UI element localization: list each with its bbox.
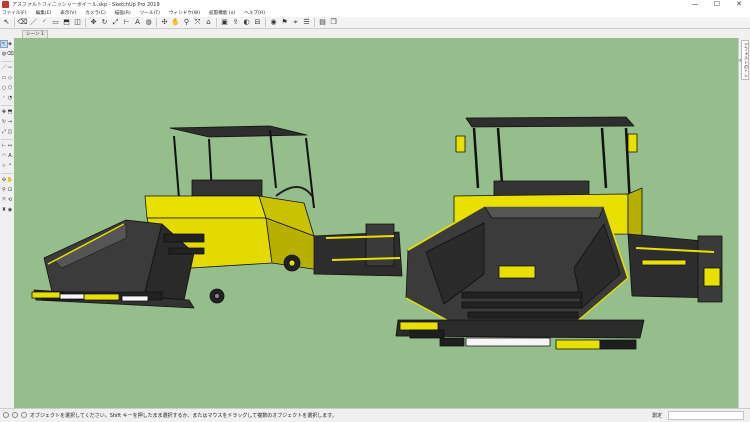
menu-tools[interactable]: ツール(T) xyxy=(140,10,160,16)
default-tray-tab[interactable]: デフォルトのトレイ xyxy=(737,40,749,80)
camera-position-icon[interactable]: ◉ xyxy=(269,18,278,27)
orbit-tool-icon[interactable]: ✣ xyxy=(160,18,169,27)
measurements-label: 測定 xyxy=(652,413,663,419)
shape-tool-icon[interactable]: ▭ xyxy=(51,18,60,27)
line-tool-icon[interactable]: ／ xyxy=(29,18,38,27)
share-model-icon[interactable]: ⇪ xyxy=(231,18,240,27)
window-title: アスファルトフィニッシャーボイール.skp - SketchUp Pro 201… xyxy=(12,2,160,8)
menu-draw[interactable]: 描画(R) xyxy=(115,10,131,16)
freehand-icon[interactable]: 〰 xyxy=(7,65,13,71)
3d-viewport[interactable] xyxy=(14,38,738,408)
walk-icon[interactable]: ⚑ xyxy=(280,18,289,27)
minimize-button[interactable]: — xyxy=(684,0,706,9)
toolbar-separator xyxy=(156,18,157,27)
menu-edit[interactable]: 編集(E) xyxy=(36,10,52,16)
palette-separator xyxy=(1,105,13,106)
layers-icon[interactable]: ▤ xyxy=(318,18,327,27)
polygon-icon[interactable]: ⬡ xyxy=(7,85,13,91)
palette-separator xyxy=(1,139,13,140)
eraser-icon[interactable]: ⌫ xyxy=(6,51,13,57)
offset-tool-icon[interactable]: ◫ xyxy=(73,18,82,27)
styles-icon[interactable]: ◐ xyxy=(242,18,251,27)
maximize-button[interactable]: ☐ xyxy=(706,0,728,9)
status-bar: オブジェクトを選択してください。Shift キーを押したまま選択するか、またはマ… xyxy=(0,408,750,422)
warehouse-icon[interactable]: ⌂ xyxy=(204,18,213,27)
extension-warehouse-icon[interactable]: ▣ xyxy=(220,18,229,27)
text-tool-icon[interactable]: A xyxy=(133,18,142,27)
menu-file[interactable]: ファイル(F) xyxy=(2,10,27,16)
menu-help[interactable]: ヘルプ(H) xyxy=(244,10,265,16)
previous-view-icon[interactable]: ⟲ xyxy=(7,197,13,203)
toolbar-separator xyxy=(314,18,315,27)
zoom-window-icon[interactable]: ⊡ xyxy=(7,187,13,193)
text-icon[interactable]: A xyxy=(7,153,13,159)
palette-separator xyxy=(1,61,13,62)
palette-separator xyxy=(1,173,13,174)
toolbar-separator xyxy=(85,18,86,27)
title-bar: アスファルトフィニッシャーボイール.skp - SketchUp Pro 201… xyxy=(0,0,750,9)
make-component-icon[interactable]: ◈ xyxy=(7,41,13,47)
menu-extensions[interactable]: 拡張機能 (x) xyxy=(209,10,235,16)
menu-view[interactable]: 表示(V) xyxy=(60,10,76,16)
dimension-icon[interactable]: ↔ xyxy=(7,143,13,149)
asphalt-paver-right xyxy=(395,116,723,350)
scale-tool-icon[interactable]: ⤢ xyxy=(111,18,120,27)
eraser-tool-icon[interactable]: ⌫ xyxy=(18,18,28,27)
pan-tool-icon[interactable]: ✋ xyxy=(171,18,180,27)
components-icon[interactable]: ❒ xyxy=(329,18,338,27)
left-tool-palette: ↖ ◈ ◍ ⌫ ／〰 ▭ ◇ ○ ⬡ ◜ ◔ ✥ ⬒ ↻ ⇝ ⤢ ◫ ⊢ ↔ ◠ A ⊹ ᴬ ✣ ✋ ⚲ ⊡ ⤧ ⟲ ♜ ◉ xyxy=(0,38,14,408)
tape-measure-tool-icon[interactable]: ⊢ xyxy=(122,18,131,27)
push-pull-tool-icon[interactable]: ⬒ xyxy=(62,18,71,27)
arc-tool-icon[interactable]: ◜ xyxy=(40,18,49,27)
measurements-input[interactable] xyxy=(668,411,744,420)
toolbar-separator xyxy=(216,18,217,27)
asphalt-paver-left xyxy=(31,125,403,309)
menu-bar: ファイル(F) 編集(E) 表示(V) カメラ(C) 描画(R) ツール(T) … xyxy=(0,9,750,17)
zoom-tool-icon[interactable]: ⚲ xyxy=(182,18,191,27)
default-tray-panel: デフォルトのトレイ xyxy=(737,38,750,408)
push-pull-icon[interactable]: ⬒ xyxy=(7,109,13,115)
section-plane-icon[interactable]: ⊟ xyxy=(253,18,262,27)
rotate-tool-icon[interactable]: ↻ xyxy=(100,18,109,27)
geo-location-icon[interactable] xyxy=(3,412,9,418)
move-tool-icon[interactable]: ✥ xyxy=(89,18,98,27)
scene-tab-bar: シーン 1 xyxy=(14,29,738,38)
look-around-icon-left[interactable]: ◉ xyxy=(7,207,13,213)
pie-icon[interactable]: ◔ xyxy=(7,95,13,101)
sketchup-logo-icon xyxy=(2,1,9,8)
toolbar-separator xyxy=(14,18,15,27)
outliner-icon[interactable]: ☰ xyxy=(302,18,311,27)
menu-camera[interactable]: カメラ(C) xyxy=(85,10,106,16)
help-icon[interactable] xyxy=(21,412,27,418)
look-around-icon[interactable]: ⌖ xyxy=(291,18,300,27)
menu-window[interactable]: ウィンドウ(W) xyxy=(169,10,200,16)
toolbar-separator xyxy=(265,18,266,27)
3d-text-icon[interactable]: ᴬ xyxy=(7,163,13,169)
scene-tab[interactable]: シーン 1 xyxy=(22,30,48,38)
credits-icon[interactable] xyxy=(12,412,18,418)
select-tool-icon[interactable]: ↖ xyxy=(2,18,11,27)
paint-bucket-tool-icon[interactable]: ◍ xyxy=(144,18,153,27)
status-message: オブジェクトを選択してください。Shift キーを押したまま選択するか、またはマ… xyxy=(30,413,337,419)
pan-icon[interactable]: ✋ xyxy=(7,177,13,183)
close-button[interactable]: ✕ xyxy=(728,0,750,9)
rotated-rectangle-icon[interactable]: ◇ xyxy=(7,75,13,81)
follow-me-icon[interactable]: ⇝ xyxy=(7,119,13,125)
main-toolbar: ↖ ⌫ ／ ◜ ▭ ⬒ ◫ ✥ ↻ ⤢ ⊢ A ◍ ✣ ✋ ⚲ ⤧ ⌂ ▣ ⇪ ◐ ⊟ ◉ ⚑ ⌖ ☰ ▤ ❒ xyxy=(0,17,750,29)
offset-icon[interactable]: ◫ xyxy=(7,129,13,135)
zoom-extents-tool-icon[interactable]: ⤧ xyxy=(193,18,202,27)
